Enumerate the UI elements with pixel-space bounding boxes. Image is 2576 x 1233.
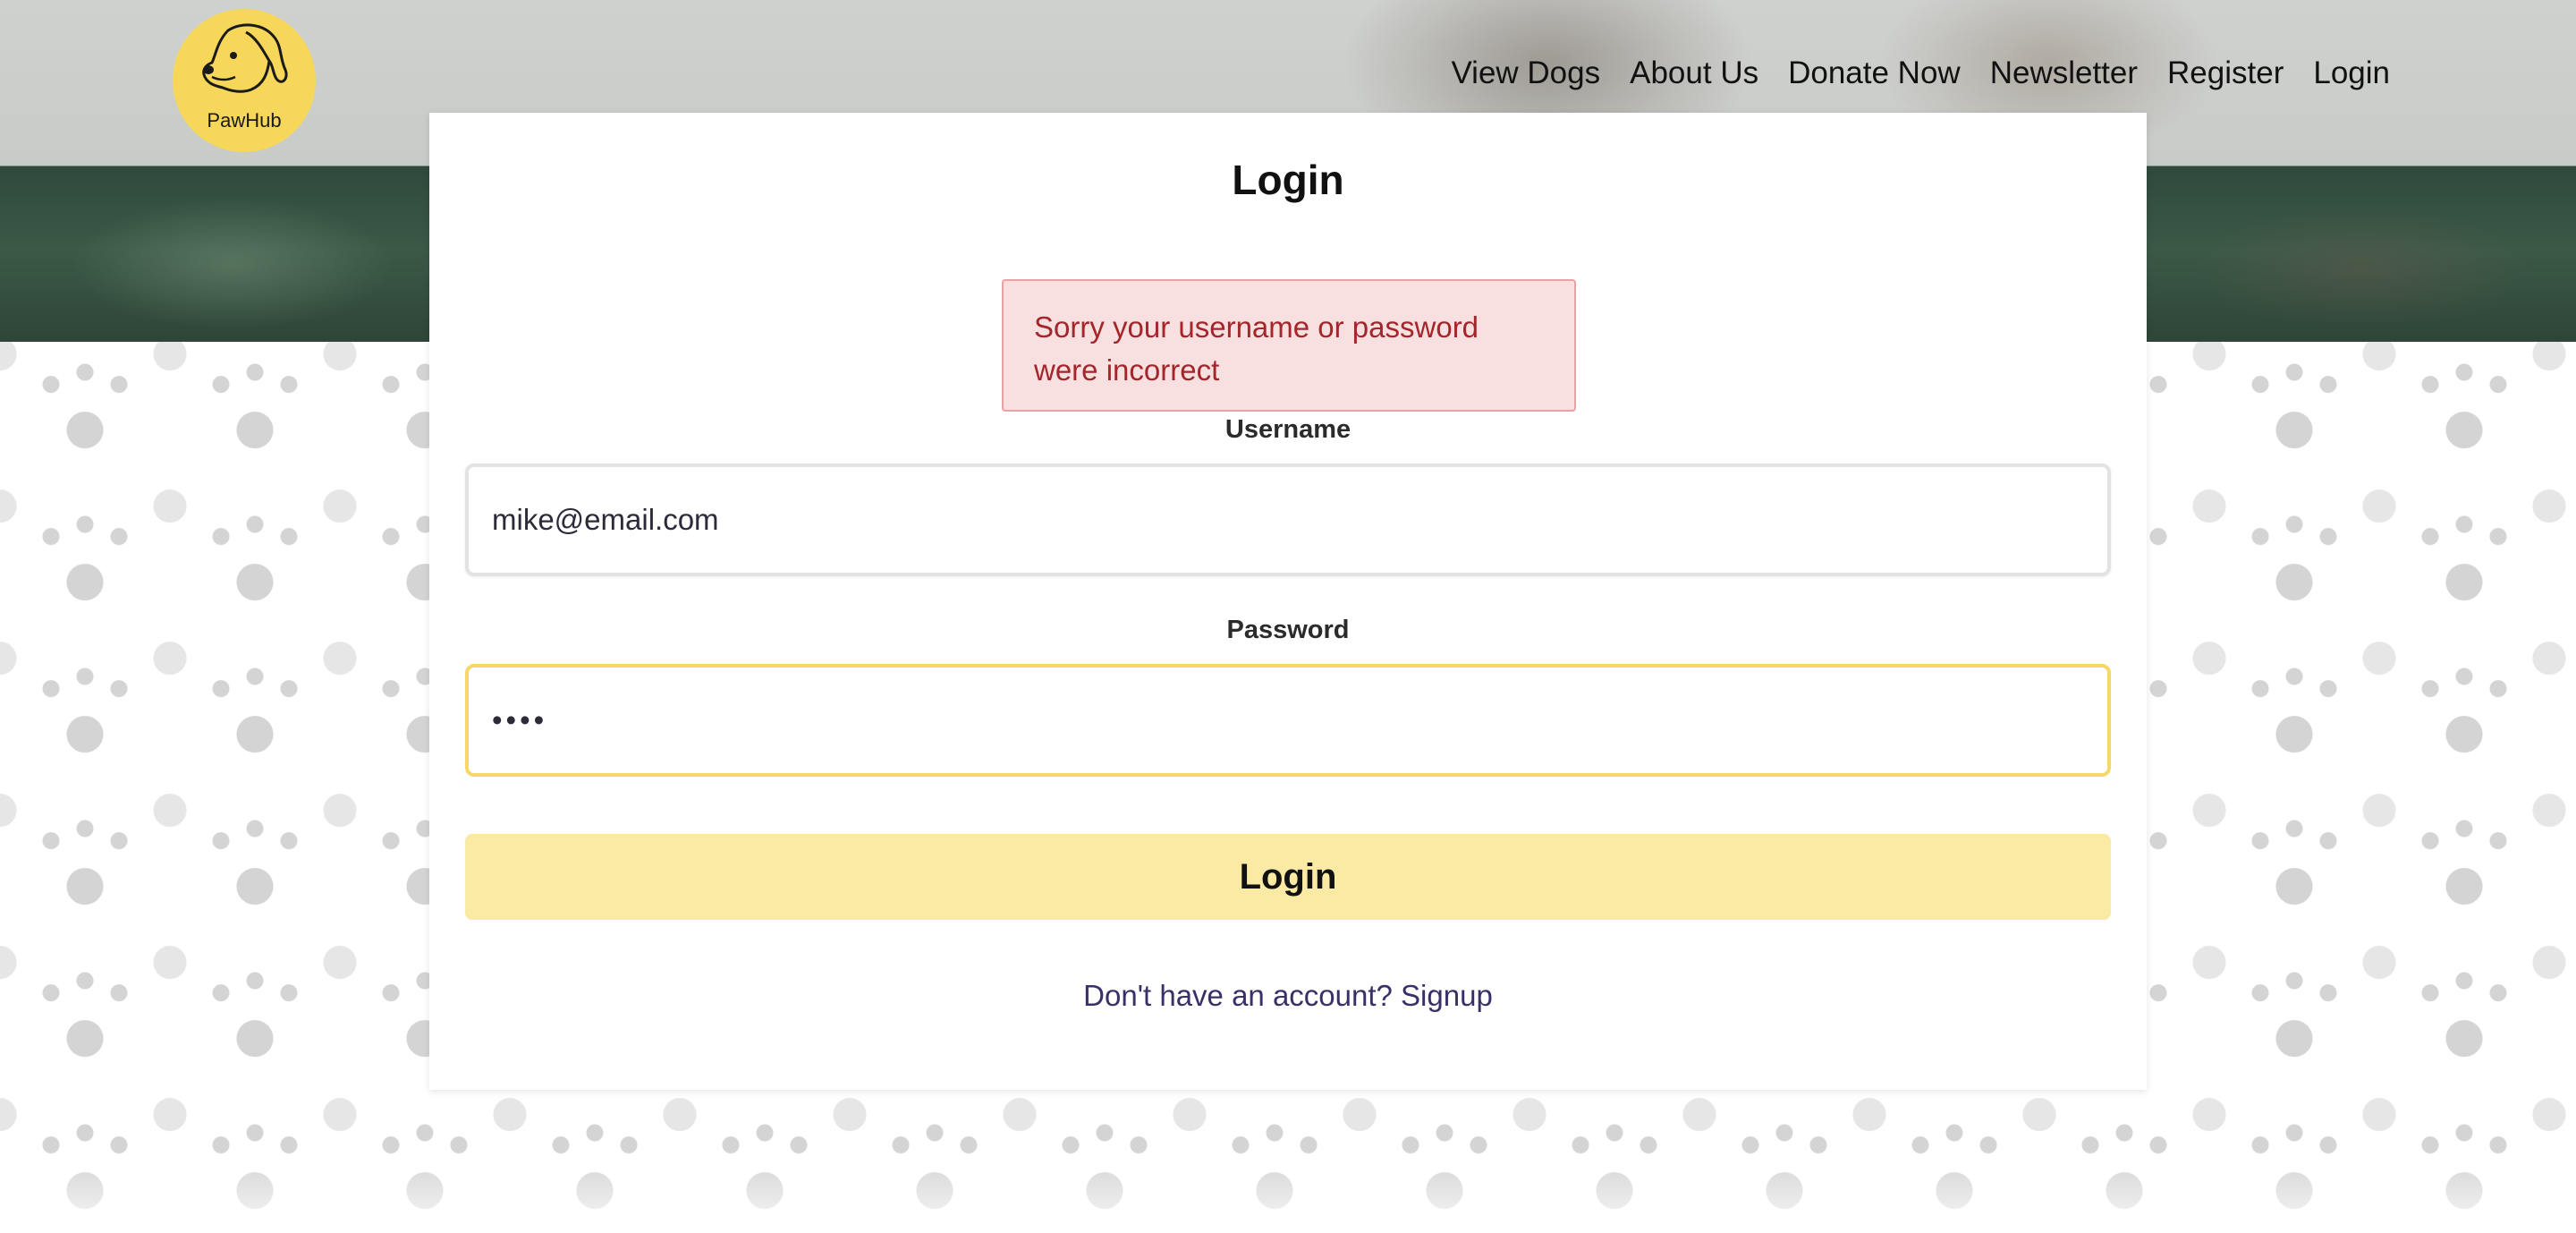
hero-photo-grass-2 — [2191, 206, 2531, 331]
username-label: Username — [1224, 415, 1352, 444]
pawhub-logo[interactable]: PawHub — [173, 9, 316, 152]
nav-item-newsletter[interactable]: Newsletter — [1990, 55, 2138, 91]
nav-item-donate-now[interactable]: Donate Now — [1788, 55, 1961, 91]
logo-text: PawHub — [207, 109, 282, 132]
nav-item-about-us[interactable]: About Us — [1630, 55, 1758, 91]
hero-photo-grass — [72, 197, 394, 331]
error-alert: Sorry your username or password were inc… — [1002, 279, 1576, 412]
login-card: Login Sorry your username or password we… — [429, 113, 2147, 1090]
main-nav: View Dogs About Us Donate Now Newsletter… — [1451, 55, 2390, 91]
username-input[interactable] — [465, 463, 2111, 576]
page-title: Login — [1232, 157, 1344, 203]
nav-item-view-dogs[interactable]: View Dogs — [1451, 55, 1600, 91]
error-message: Sorry your username or password were inc… — [1034, 310, 1479, 387]
password-input[interactable] — [465, 664, 2111, 777]
login-button[interactable]: Login — [465, 834, 2111, 920]
background-fade — [0, 1154, 2576, 1233]
nav-item-register[interactable]: Register — [2167, 55, 2284, 91]
nav-item-login[interactable]: Login — [2313, 55, 2390, 91]
password-label: Password — [1226, 616, 1350, 644]
dog-head-icon — [202, 23, 288, 93]
signup-link[interactable]: Don't have an account? Signup — [429, 979, 2147, 1013]
